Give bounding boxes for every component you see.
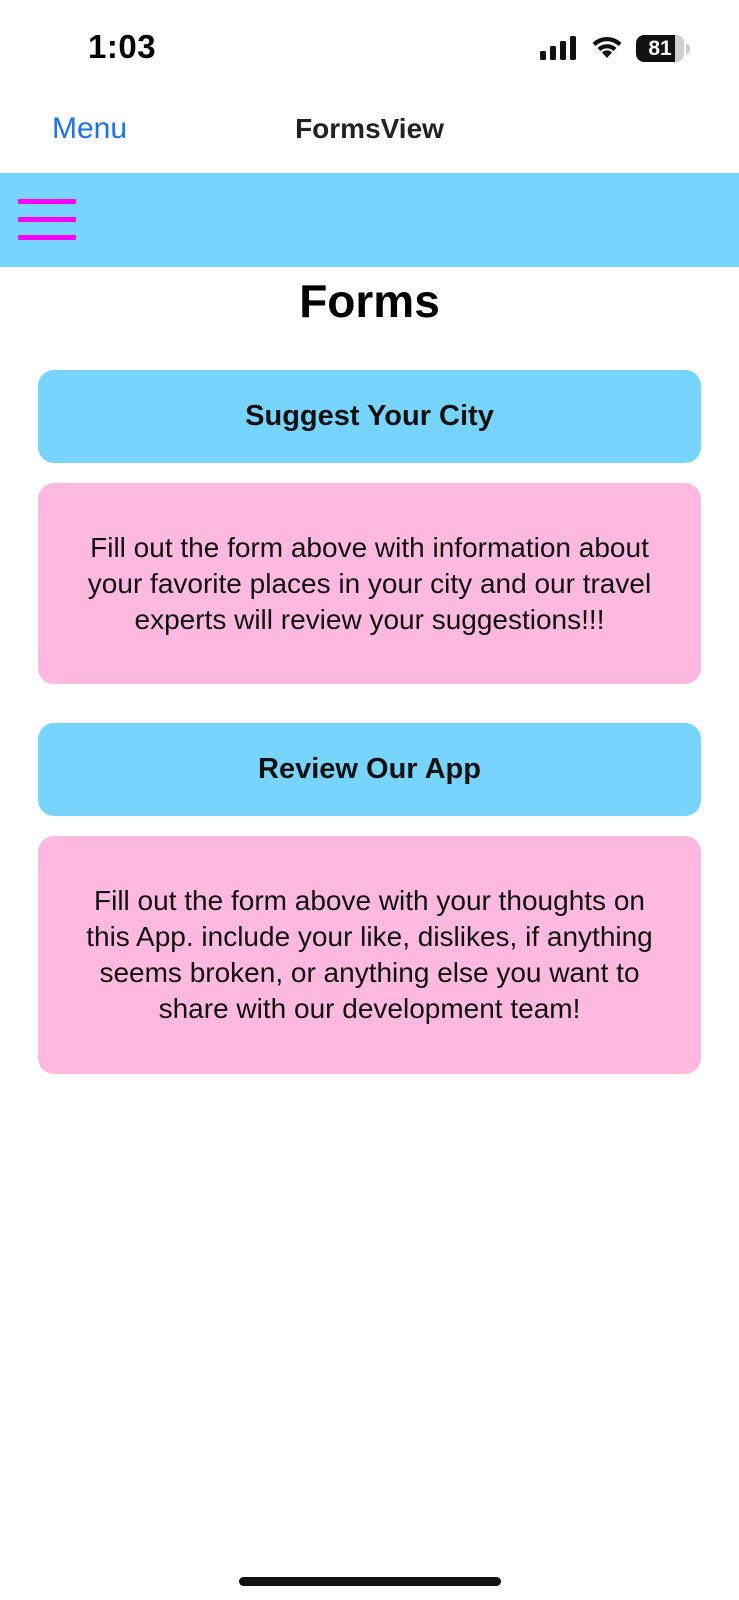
home-indicator[interactable] [239,1577,501,1586]
header-band [0,173,739,267]
hamburger-menu-icon[interactable] [18,199,76,243]
review-our-app-button[interactable]: Review Our App [38,723,701,816]
battery-level: 81 [648,37,672,60]
suggest-city-description: Fill out the form above with information… [38,483,701,684]
status-time: 1:03 [88,28,157,65]
cellular-signal-icon [540,36,576,60]
nav-title: FormsView [295,113,444,144]
battery-body: 81 [636,35,684,62]
review-app-description-text: Fill out the form above with your though… [86,885,653,1024]
wifi-icon [592,36,622,58]
suggest-city-description-text: Fill out the form above with information… [87,531,652,635]
battery-cap [686,44,690,54]
battery-icon: 81 [636,35,690,62]
suggest-your-city-button[interactable]: Suggest Your City [38,370,701,463]
hamburger-line [18,235,76,240]
review-app-description: Fill out the form above with your though… [38,836,701,1074]
hamburger-line [18,199,76,204]
status-bar: 1:03 81 [0,0,739,100]
page-title: Forms [299,275,440,327]
hamburger-line [18,217,76,222]
